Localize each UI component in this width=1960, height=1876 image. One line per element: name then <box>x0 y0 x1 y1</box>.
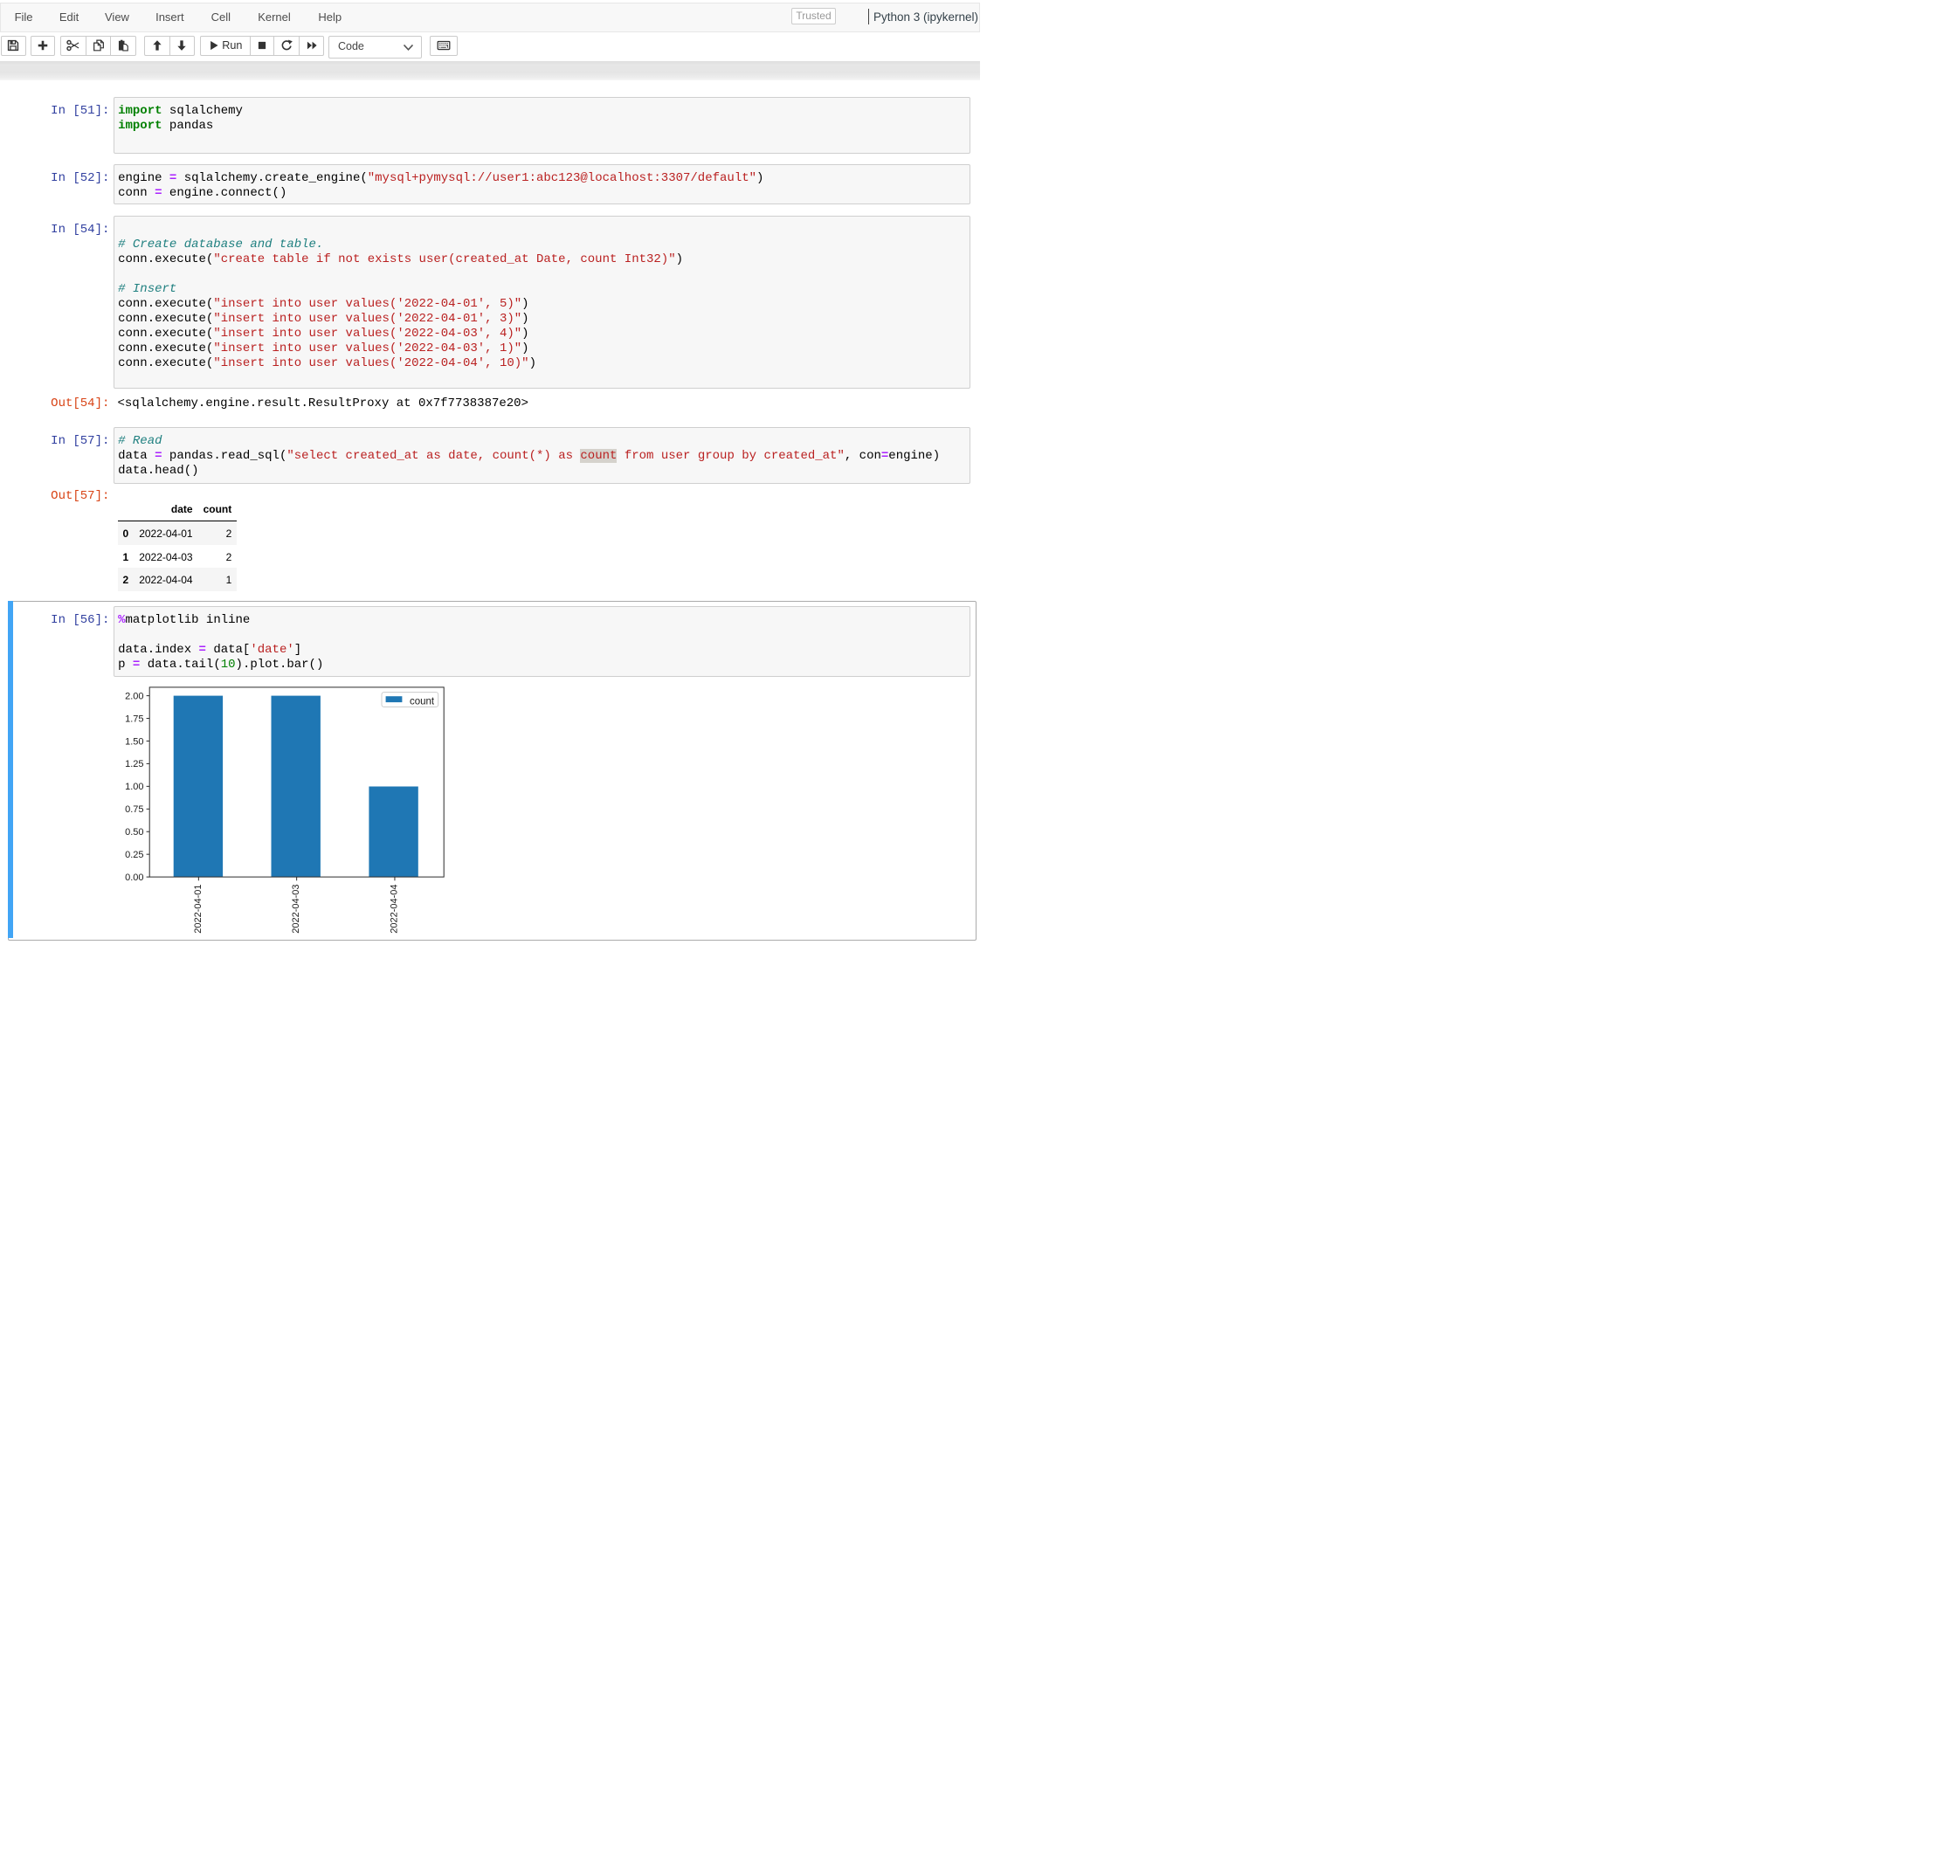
svg-text:Run: Run <box>222 39 242 52</box>
